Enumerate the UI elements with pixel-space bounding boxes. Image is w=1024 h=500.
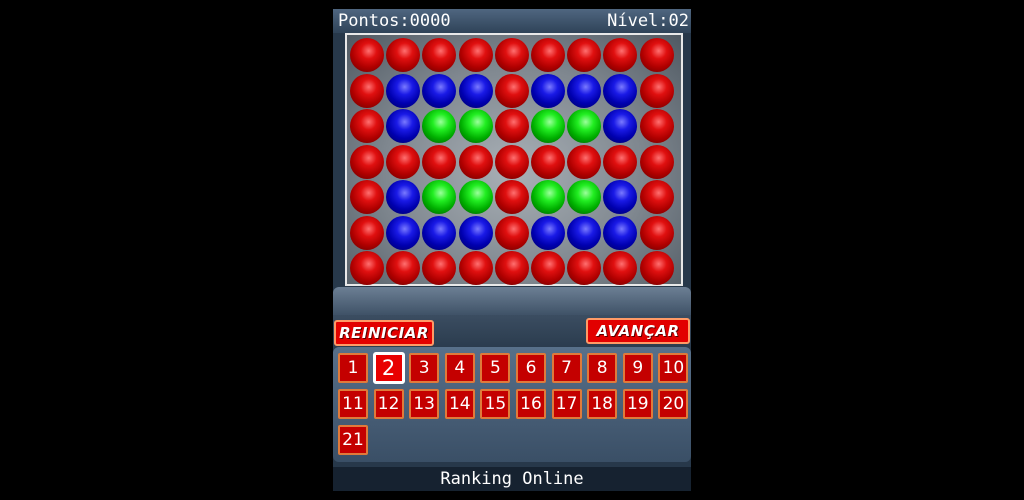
level-button-21[interactable]: 21 (338, 425, 368, 455)
green-ball[interactable] (422, 109, 457, 143)
red-ball[interactable] (639, 251, 674, 285)
level-button-20[interactable]: 20 (658, 389, 689, 419)
green-ball[interactable] (567, 109, 602, 143)
red-ball[interactable] (386, 38, 421, 72)
red-ball[interactable] (494, 109, 529, 143)
red-ball[interactable] (494, 38, 529, 72)
red-ball[interactable] (386, 251, 421, 285)
green-ball[interactable] (531, 109, 565, 143)
level-button-8[interactable]: 8 (587, 353, 618, 383)
red-ball[interactable] (567, 251, 602, 285)
level-button-15[interactable]: 15 (480, 389, 511, 419)
level-button-12[interactable]: 12 (373, 389, 404, 419)
level-button-10[interactable]: 10 (658, 353, 689, 383)
blue-ball[interactable] (386, 109, 421, 143)
red-ball[interactable] (531, 144, 565, 179)
blue-ball[interactable] (422, 73, 457, 108)
red-ball[interactable] (350, 109, 384, 143)
blue-ball[interactable] (567, 73, 602, 108)
blue-ball[interactable] (458, 215, 493, 250)
blue-ball[interactable] (603, 73, 638, 108)
red-ball[interactable] (422, 144, 457, 179)
score-display: Pontos:0000 (338, 11, 451, 31)
level-button-1[interactable]: 1 (338, 353, 368, 383)
game-board[interactable] (345, 33, 683, 286)
red-ball[interactable] (494, 144, 529, 179)
level-select-grid: 1 2 3 4 5 6 7 8 9 10 11 12 13 14 15 16 17 18 19 20 21 (333, 347, 691, 462)
red-ball[interactable] (458, 38, 493, 72)
red-ball[interactable] (350, 215, 384, 250)
green-ball[interactable] (458, 109, 493, 143)
red-ball[interactable] (458, 144, 493, 179)
level-button-6[interactable]: 6 (516, 353, 546, 383)
blue-ball[interactable] (531, 215, 565, 250)
red-ball[interactable] (494, 180, 529, 214)
hud-bar: Pontos:0000 Nível:02 (333, 9, 691, 33)
next-level-button[interactable]: AVANÇAR (586, 318, 690, 344)
red-ball[interactable] (603, 144, 638, 179)
restart-button[interactable]: REINICIAR (334, 320, 434, 346)
footer-bar: Ranking Online (333, 467, 691, 491)
red-ball[interactable] (639, 109, 674, 143)
blue-ball[interactable] (603, 215, 638, 250)
blue-ball[interactable] (603, 180, 638, 214)
green-ball[interactable] (567, 180, 602, 214)
red-ball[interactable] (639, 38, 674, 72)
game-screen: Pontos:0000 Nível:02 REINICIAR AVANÇAR 1… (333, 9, 691, 491)
level-button-2[interactable]: 2 (372, 352, 405, 384)
red-ball[interactable] (350, 38, 384, 72)
blue-ball[interactable] (386, 73, 421, 108)
red-ball[interactable] (458, 251, 493, 285)
red-ball[interactable] (350, 73, 384, 108)
red-ball[interactable] (422, 251, 457, 285)
level-button-16[interactable]: 16 (516, 389, 546, 419)
level-button-11[interactable]: 11 (338, 389, 368, 419)
level-button-5[interactable]: 5 (480, 353, 511, 383)
red-ball[interactable] (603, 251, 638, 285)
red-ball[interactable] (639, 73, 674, 108)
level-button-7[interactable]: 7 (551, 353, 582, 383)
red-ball[interactable] (350, 251, 384, 285)
controls-bar: REINICIAR AVANÇAR (333, 315, 691, 349)
level-button-4[interactable]: 4 (444, 353, 475, 383)
blue-ball[interactable] (603, 109, 638, 143)
separator-bar (333, 287, 691, 315)
blue-ball[interactable] (458, 73, 493, 108)
green-ball[interactable] (531, 180, 565, 214)
level-button-3[interactable]: 3 (409, 353, 440, 383)
red-ball[interactable] (639, 144, 674, 179)
green-ball[interactable] (458, 180, 493, 214)
red-ball[interactable] (531, 251, 565, 285)
red-ball[interactable] (567, 38, 602, 72)
red-ball[interactable] (603, 38, 638, 72)
red-ball[interactable] (494, 251, 529, 285)
level-button-17[interactable]: 17 (551, 389, 582, 419)
red-ball[interactable] (494, 73, 529, 108)
red-ball[interactable] (350, 180, 384, 214)
red-ball[interactable] (386, 144, 421, 179)
green-ball[interactable] (422, 180, 457, 214)
blue-ball[interactable] (531, 73, 565, 108)
red-ball[interactable] (350, 144, 384, 179)
red-ball[interactable] (567, 144, 602, 179)
red-ball[interactable] (422, 38, 457, 72)
red-ball[interactable] (639, 215, 674, 250)
level-button-19[interactable]: 19 (622, 389, 653, 419)
red-ball[interactable] (639, 180, 674, 214)
level-button-13[interactable]: 13 (409, 389, 440, 419)
blue-ball[interactable] (422, 215, 457, 250)
level-display: Nível:02 (607, 11, 689, 31)
red-ball[interactable] (531, 38, 565, 72)
level-button-18[interactable]: 18 (587, 389, 618, 419)
blue-ball[interactable] (386, 215, 421, 250)
level-button-9[interactable]: 9 (622, 353, 653, 383)
ranking-online-link[interactable]: Ranking Online (333, 467, 691, 491)
blue-ball[interactable] (386, 180, 421, 214)
blue-ball[interactable] (567, 215, 602, 250)
level-button-14[interactable]: 14 (444, 389, 475, 419)
red-ball[interactable] (494, 215, 529, 250)
